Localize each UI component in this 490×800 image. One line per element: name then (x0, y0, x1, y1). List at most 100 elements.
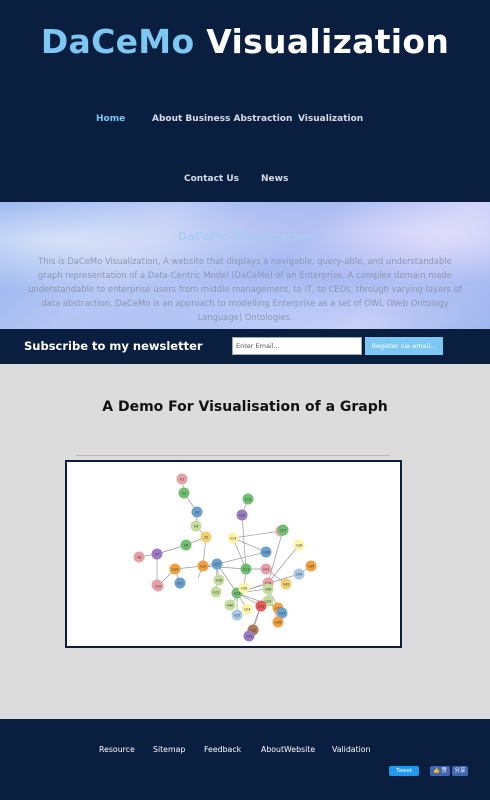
graph-node[interactable]: n19 (169, 563, 181, 575)
graph-node[interactable]: n20 (152, 580, 164, 592)
graph-node-label: n11 (243, 568, 250, 572)
graph-node-label: n4 (194, 525, 199, 529)
graph-node[interactable]: n35 (305, 560, 317, 572)
graph-node[interactable]: n18 (213, 574, 225, 586)
nav-news[interactable]: News (261, 174, 288, 184)
graph-edge (202, 565, 247, 570)
graph-node-label: n42 (283, 583, 290, 587)
graph-node-label: n40 (227, 604, 234, 608)
nav-home[interactable]: Home (96, 114, 125, 124)
graph-node[interactable]: n21 (174, 577, 186, 589)
graph-node-label: n12 (239, 514, 246, 518)
graph-node-label: n10 (200, 565, 207, 569)
graph-node-label: n29 (265, 600, 272, 604)
graph-node-label: n8 (137, 556, 141, 560)
graph-node[interactable]: n22 (210, 586, 222, 598)
divider (76, 455, 390, 456)
footer-link-about-website[interactable]: AboutWebsite (261, 745, 315, 754)
nav-contact-us[interactable]: Contact Us (184, 174, 239, 184)
graph-node-label: n5 (204, 536, 208, 540)
graph-node-label: n23 (234, 592, 241, 596)
graph-frame[interactable]: n1n2n3n4n5n6n7n8n9n10n11n12n13n14n15n16n… (65, 460, 402, 648)
graph-node-label: n27 (280, 529, 287, 533)
site-footer: Resource Sitemap Feedback AboutWebsite V… (0, 719, 490, 800)
graph-node-label: n18 (216, 579, 223, 583)
hero-banner: DaCeMo Visualization This is DaCeMo Visu… (0, 202, 490, 329)
graph-node[interactable]: n6 (180, 539, 192, 551)
graph-node-label: n20 (155, 585, 162, 589)
graph-edge (267, 529, 284, 584)
share-button[interactable]: 分享 (452, 766, 468, 776)
graph-canvas[interactable]: n1n2n3n4n5n6n7n8n9n10n11n12n13n14n15n16n… (67, 462, 400, 646)
graph-node-label: n2 (182, 492, 186, 496)
graph-node-label: n33 (246, 635, 253, 639)
graph-node[interactable]: n40 (224, 599, 236, 611)
graph-node[interactable]: n7 (151, 548, 163, 560)
graph-node[interactable]: n17 (211, 558, 223, 570)
graph-node-label: n25 (234, 614, 241, 618)
graph-node[interactable]: n38 (272, 616, 284, 628)
site-title-rest: Visualization (206, 22, 450, 61)
graph-node-label: n28 (296, 544, 303, 548)
graph-node-label: n24 (244, 608, 251, 612)
graph-node-label: n39 (241, 587, 248, 591)
graph-node[interactable]: n11 (240, 563, 252, 575)
graph-node[interactable]: n33 (243, 630, 255, 642)
footer-link-resource[interactable]: Resource (99, 745, 135, 754)
graph-node[interactable]: n28 (293, 539, 305, 551)
graph-node-label: n7 (155, 553, 159, 557)
graph-node-label: n1 (180, 478, 184, 482)
tweet-button[interactable]: Tweet (389, 766, 419, 776)
graph-edge (267, 544, 300, 584)
newsletter-label: Subscribe to my newsletter (24, 339, 203, 353)
graph-node-label: n34 (296, 573, 303, 577)
graph-node-label: n41 (263, 568, 270, 572)
footer-link-validation[interactable]: Validation (332, 745, 371, 754)
graph-node[interactable]: n16 (260, 546, 272, 558)
graph-node[interactable]: n13 (242, 493, 254, 505)
graph-demo-heading: A Demo For Visualisation of a Graph (102, 399, 388, 415)
graph-node-label: n35 (308, 565, 315, 569)
graph-node[interactable]: n10 (197, 560, 209, 572)
graph-node[interactable]: n14 (227, 532, 239, 544)
graph-node-label: n13 (245, 498, 252, 502)
graph-node[interactable]: n5 (200, 531, 212, 543)
nav-about-business-abstraction[interactable]: About Business Abstraction (152, 114, 292, 124)
graph-node[interactable]: n27 (277, 524, 289, 536)
graph-node[interactable]: n24 (241, 603, 253, 615)
hero-title: DaCeMo Visualization (177, 230, 313, 243)
like-button[interactable]: 👍 赞 (430, 766, 450, 776)
graph-node[interactable]: n1 (176, 473, 188, 485)
graph-node[interactable]: n42 (280, 578, 292, 590)
nav-visualization[interactable]: Visualization (298, 114, 363, 124)
graph-node[interactable]: n25 (231, 609, 243, 621)
graph-node-label: n14 (230, 537, 237, 541)
graph-node-label: n31 (258, 605, 265, 609)
graph-node[interactable]: n8 (133, 551, 145, 563)
graph-node-label: n21 (177, 582, 184, 586)
graph-node[interactable]: n12 (236, 509, 248, 521)
graph-node-label: n19 (172, 568, 179, 572)
graph-node-label: n38 (275, 621, 282, 625)
site-header: DaCeMo Visualization Home About Business… (0, 0, 490, 202)
footer-link-sitemap[interactable]: Sitemap (153, 745, 185, 754)
graph-node-label: n6 (184, 544, 188, 548)
graph-node[interactable]: n3 (191, 506, 203, 518)
newsletter-register-button[interactable]: Register via email... (365, 337, 443, 355)
graph-edge (216, 551, 267, 565)
newsletter-email-input[interactable] (232, 337, 362, 355)
graph-node[interactable]: n4 (190, 520, 202, 532)
graph-node[interactable]: n36 (262, 583, 274, 595)
newsletter-bar: Subscribe to my newsletter Register via … (0, 329, 490, 364)
footer-link-feedback[interactable]: Feedback (204, 745, 241, 754)
graph-node[interactable]: n34 (293, 568, 305, 580)
site-title: DaCeMo Visualization (0, 22, 490, 61)
graph-node-label: n17 (214, 563, 221, 567)
graph-node[interactable]: n39 (238, 582, 250, 594)
graph-node-label: n16 (263, 551, 270, 555)
graph-node-label: n3 (195, 511, 199, 515)
graph-edge (232, 530, 282, 539)
graph-node[interactable]: n2 (178, 487, 190, 499)
graph-node[interactable]: n31 (255, 600, 267, 612)
graph-node[interactable]: n41 (260, 563, 272, 575)
